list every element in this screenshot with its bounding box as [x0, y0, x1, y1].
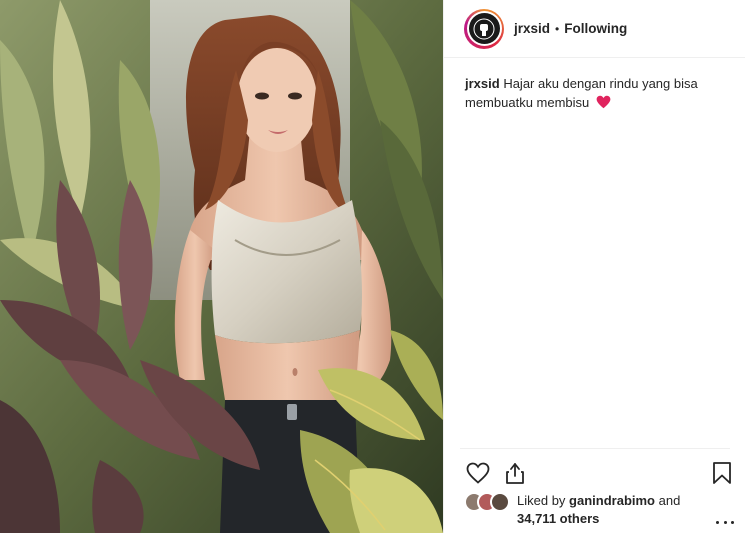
- share-icon: [506, 463, 524, 484]
- likes-text: Liked by ganindrabimo and 34,711 others: [517, 492, 680, 528]
- avatar-image: [468, 13, 500, 44]
- likes-others-link[interactable]: 34,711 others: [517, 511, 599, 526]
- more-dot: [731, 520, 734, 524]
- more-dot: [716, 520, 719, 524]
- header-separator: •: [555, 21, 560, 36]
- save-button[interactable]: [708, 459, 736, 487]
- like-button[interactable]: [464, 459, 492, 487]
- post-actions: [444, 455, 745, 491]
- fist-logo-icon: [473, 18, 495, 39]
- likes-conjunction: and: [658, 493, 681, 508]
- post-photo[interactable]: [0, 0, 443, 533]
- more-dot: [723, 520, 727, 524]
- instagram-post: jrxsid • Following jrxsid Hajar aku deng…: [0, 0, 745, 533]
- caption-text: Hajar aku dengan rindu yang bisa membuat…: [465, 76, 698, 110]
- share-button[interactable]: [501, 459, 529, 487]
- liker-avatar: [490, 492, 510, 512]
- post-caption: jrxsid Hajar aku dengan rindu yang bisa …: [465, 74, 733, 114]
- avatar[interactable]: [464, 8, 504, 49]
- likes-summary: Liked by ganindrabimo and 34,711 others: [464, 492, 734, 528]
- more-options-button[interactable]: [716, 518, 734, 526]
- heart-outline-icon: [466, 462, 490, 484]
- avatar-border: [466, 11, 502, 46]
- red-heart-emoji-icon: [596, 95, 611, 114]
- header-username[interactable]: jrxsid: [514, 21, 550, 36]
- actions-divider: [460, 448, 730, 449]
- likes-prefix: Liked by: [517, 493, 566, 508]
- post-header: jrxsid • Following: [444, 0, 745, 58]
- bookmark-icon: [713, 462, 731, 484]
- following-button[interactable]: Following: [564, 21, 627, 36]
- post-image: [0, 0, 443, 533]
- header-user-row: jrxsid • Following: [514, 21, 627, 36]
- post-details-panel: jrxsid • Following jrxsid Hajar aku deng…: [443, 0, 745, 533]
- liker-username[interactable]: ganindrabimo: [569, 493, 655, 508]
- liker-avatars[interactable]: [464, 492, 512, 514]
- caption-username[interactable]: jrxsid: [465, 76, 500, 91]
